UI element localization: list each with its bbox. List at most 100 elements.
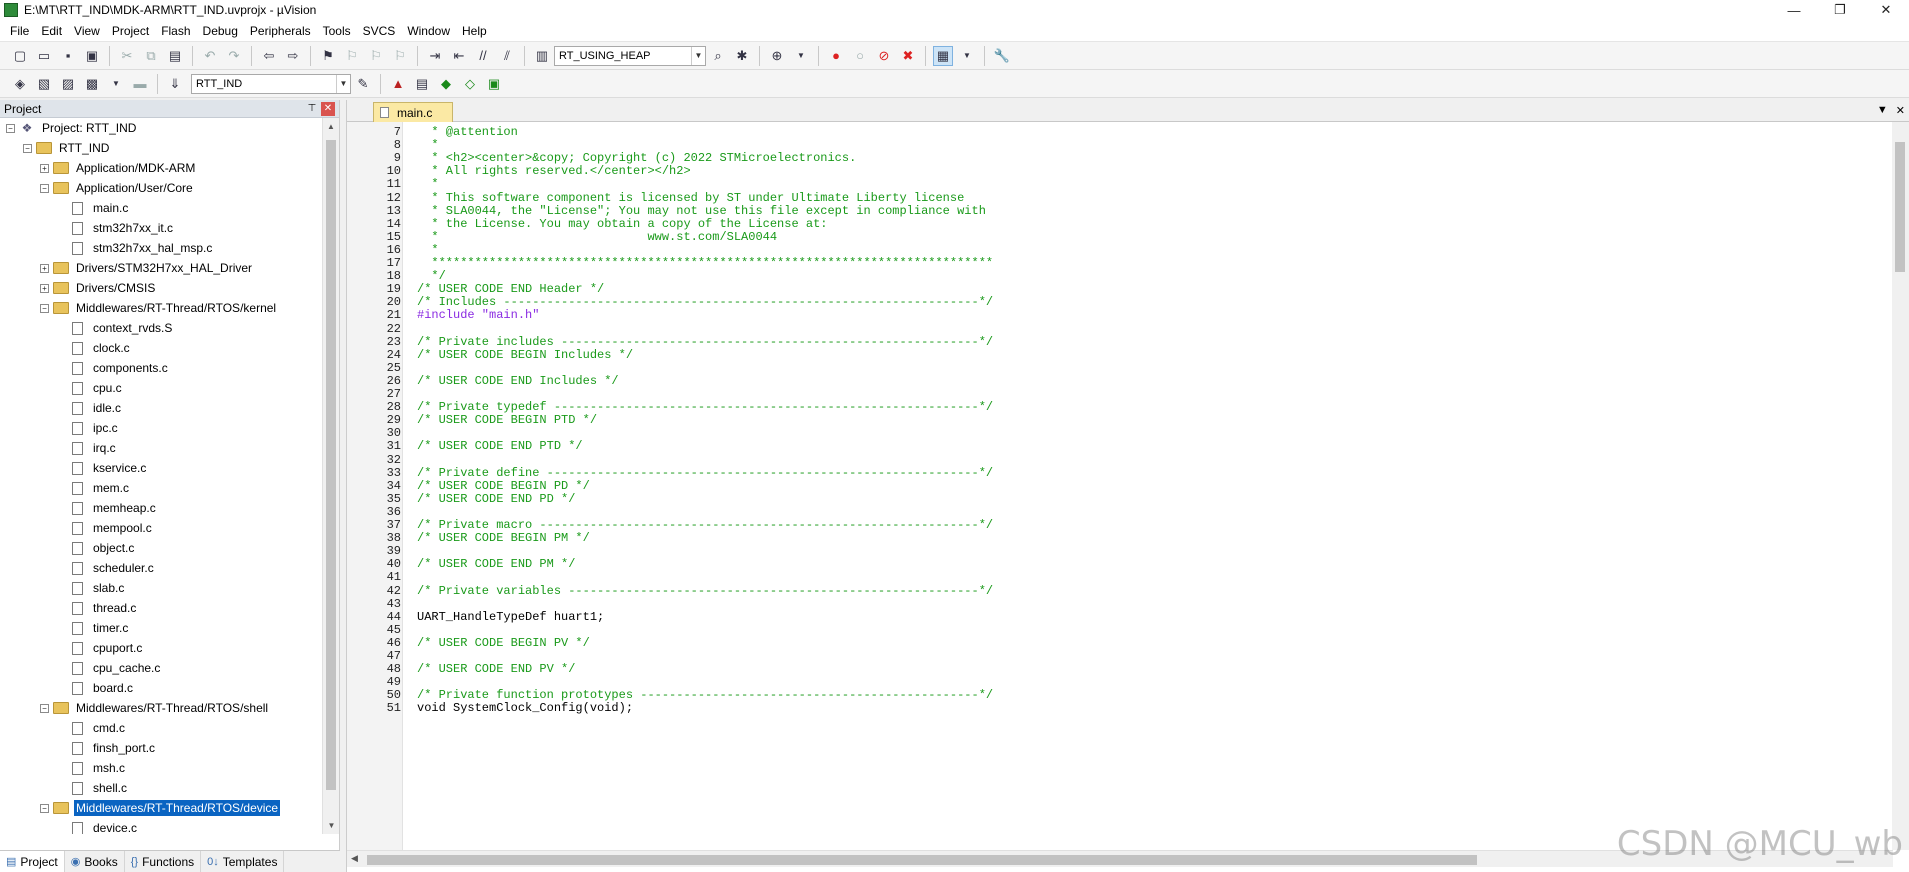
tree-file-item[interactable]: cpu.c [0, 378, 322, 398]
next-bookmark-icon[interactable]: ⚐ [366, 46, 386, 66]
undo-icon[interactable]: ↶ [200, 46, 220, 66]
menu-debug[interactable]: Debug [197, 24, 244, 38]
cut-icon[interactable]: ✂ [117, 46, 137, 66]
tab-list-icon[interactable]: ▼ [1877, 104, 1888, 117]
breakpoint-icon[interactable]: ● [826, 46, 846, 66]
navigate-forward-icon[interactable]: ⇨ [283, 46, 303, 66]
select-pack-icon[interactable]: ◆ [436, 74, 456, 94]
tree-file-item[interactable]: cpu_cache.c [0, 658, 322, 678]
target-combo[interactable]: RTT_IND ▼ [191, 73, 351, 94]
incremental-find-icon[interactable]: ✱ [732, 46, 752, 66]
find-icon[interactable]: ⌕ [708, 46, 728, 66]
manage-components-icon[interactable]: ▤ [412, 74, 432, 94]
code-line[interactable]: 51 void SystemClock_Config(void); [347, 700, 1893, 716]
scroll-down-icon[interactable]: ▼ [323, 817, 340, 834]
scroll-thumb[interactable] [367, 855, 1477, 865]
tree-group-item[interactable]: + Drivers/CMSIS [0, 278, 322, 298]
redo-icon[interactable]: ↷ [224, 46, 244, 66]
tree-file-item[interactable]: main.c [0, 198, 322, 218]
uncomment-icon[interactable]: ⫽ [497, 46, 517, 66]
tree-file-item[interactable]: scheduler.c [0, 558, 322, 578]
menu-view[interactable]: View [68, 24, 106, 38]
scroll-thumb[interactable] [326, 140, 336, 790]
menu-tools[interactable]: Tools [317, 24, 357, 38]
chevron-down-icon[interactable]: ▼ [691, 46, 705, 65]
navigate-back-icon[interactable]: ⇦ [259, 46, 279, 66]
download-load-icon[interactable]: ⇓ [165, 74, 185, 94]
menu-flash[interactable]: Flash [155, 24, 196, 38]
translate-icon[interactable]: ◈ [10, 74, 30, 94]
editor-vertical-scrollbar[interactable] [1892, 122, 1909, 850]
tab-main-c[interactable]: main.c [373, 102, 453, 122]
expand-icon[interactable]: + [40, 163, 49, 173]
disable-breakpoint-icon[interactable]: ○ [850, 46, 870, 66]
tree-file-item[interactable]: mempool.c [0, 518, 322, 538]
rebuild-icon[interactable]: ▨ [58, 74, 78, 94]
collapse-icon[interactable]: − [23, 143, 32, 153]
bookmark-icon[interactable]: ⚑ [318, 46, 338, 66]
save-icon[interactable]: ▪ [58, 46, 78, 66]
tree-group-item[interactable]: − Application/User/Core [0, 178, 322, 198]
tree-file-item[interactable]: cpuport.c [0, 638, 322, 658]
tree-file-item[interactable]: slab.c [0, 578, 322, 598]
restore-icon[interactable]: ❐ [1817, 0, 1863, 20]
tree-file-item[interactable]: msh.c [0, 758, 322, 778]
disable-all-breakpoints-icon[interactable]: ⊘ [874, 46, 894, 66]
stop-build-icon[interactable]: ▬ [130, 74, 150, 94]
collapse-icon[interactable]: − [40, 183, 49, 193]
menu-help[interactable]: Help [456, 24, 493, 38]
new-file-icon[interactable]: ▢ [10, 46, 30, 66]
project-tree-scrollbar[interactable]: ▲ ▼ [322, 118, 339, 834]
config-combo[interactable]: RT_USING_HEAP ▼ [554, 45, 706, 66]
close-icon[interactable]: ✕ [1863, 0, 1909, 20]
window-layout-icon[interactable]: ▦ [933, 45, 953, 66]
find-in-files-icon[interactable]: ▥ [532, 46, 552, 66]
code-text-area[interactable]: 7 * @attention 8 * 9 * <h2><center>&copy; … [347, 122, 1893, 850]
collapse-icon[interactable]: − [40, 803, 49, 813]
scroll-up-icon[interactable]: ▲ [323, 118, 339, 135]
tree-group-item[interactable]: − Middlewares/RT-Thread/RTOS/kernel [0, 298, 322, 318]
collapse-icon[interactable]: − [40, 703, 49, 713]
tree-file-item[interactable]: device.c [0, 818, 322, 834]
close-icon[interactable]: ✕ [321, 101, 335, 116]
expand-icon[interactable]: + [40, 263, 49, 273]
tree-file-item[interactable]: idle.c [0, 398, 322, 418]
tree-file-item[interactable]: kservice.c [0, 458, 322, 478]
pin-icon[interactable]: ⊤ [305, 102, 319, 116]
tree-file-item[interactable]: shell.c [0, 778, 322, 798]
tree-file-item[interactable]: context_rvds.S [0, 318, 322, 338]
tree-file-item[interactable]: irq.c [0, 438, 322, 458]
open-folder-icon[interactable]: ▭ [34, 46, 54, 66]
debug-session-icon[interactable]: ⊕ [767, 46, 787, 66]
menu-window[interactable]: Window [401, 24, 456, 38]
tab-project[interactable]: ▤ Project [0, 851, 65, 872]
tree-file-item[interactable]: memheap.c [0, 498, 322, 518]
clear-bookmarks-icon[interactable]: ⚐ [390, 46, 410, 66]
tree-group-item[interactable]: + Application/MDK-ARM [0, 158, 322, 178]
unindent-icon[interactable]: ⇤ [449, 46, 469, 66]
chevron-down-icon[interactable]: ▼ [336, 74, 350, 93]
project-tree[interactable]: − ❖ Project: RTT_IND − RTT_IND + Application/M… [0, 118, 322, 834]
prev-bookmark-icon[interactable]: ⚐ [342, 46, 362, 66]
tab-books[interactable]: ◉ Books [65, 851, 125, 872]
run-time-environment-icon[interactable]: ◇ [460, 74, 480, 94]
copy-icon[interactable]: ⧉ [141, 46, 161, 66]
menu-svcs[interactable]: SVCS [357, 24, 402, 38]
tree-group-item[interactable]: + Drivers/STM32H7xx_HAL_Driver [0, 258, 322, 278]
chevron-down-icon[interactable]: ▼ [106, 74, 126, 94]
tree-file-item[interactable]: stm32h7xx_it.c [0, 218, 322, 238]
tree-file-item[interactable]: finsh_port.c [0, 738, 322, 758]
tree-file-item[interactable]: object.c [0, 538, 322, 558]
scroll-left-icon[interactable]: ◀ [351, 853, 358, 864]
paste-icon[interactable]: ▤ [165, 46, 185, 66]
batch-build-icon[interactable]: ▩ [82, 74, 102, 94]
tree-file-item[interactable]: board.c [0, 678, 322, 698]
tree-file-item[interactable]: clock.c [0, 338, 322, 358]
save-all-icon[interactable]: ▣ [82, 46, 102, 66]
chevron-down-icon[interactable]: ▼ [791, 46, 811, 66]
tab-functions[interactable]: {} Functions [125, 851, 202, 872]
tree-file-item[interactable]: cmd.c [0, 718, 322, 738]
build-icon[interactable]: ▧ [34, 74, 54, 94]
tree-file-item[interactable]: timer.c [0, 618, 322, 638]
menu-peripherals[interactable]: Peripherals [244, 24, 317, 38]
